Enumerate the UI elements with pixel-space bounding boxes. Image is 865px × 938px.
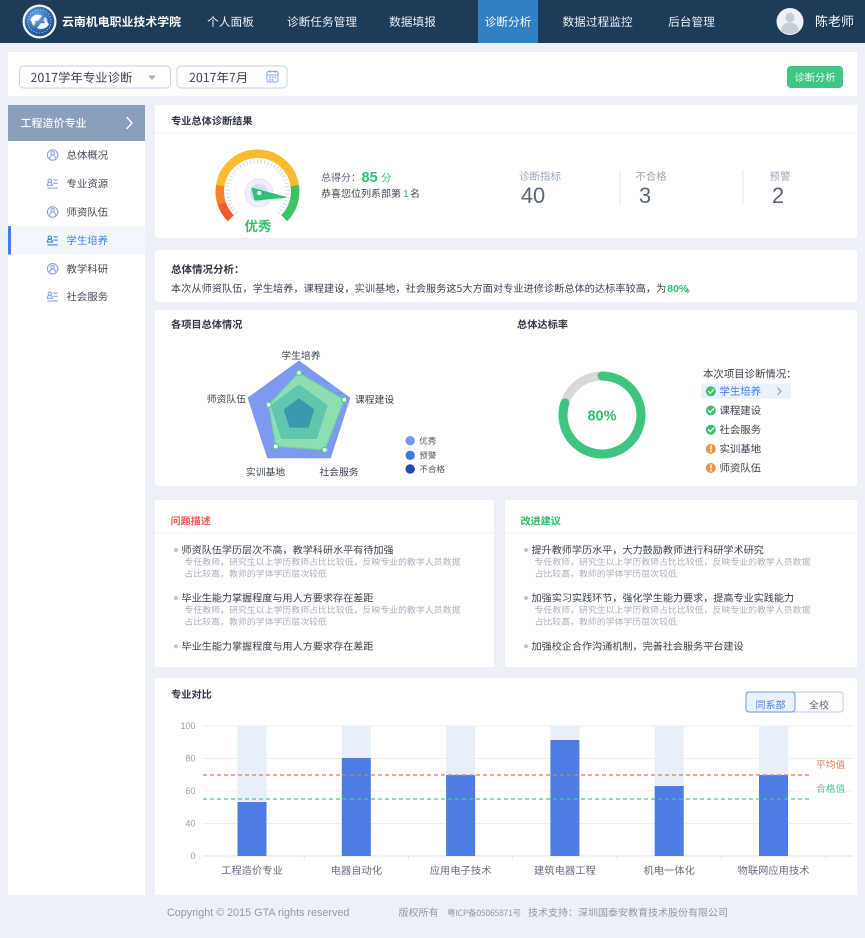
svg-text:40: 40 xyxy=(521,183,545,208)
svg-text:Copyright © 2015 GTA rights re: Copyright © 2015 GTA rights reserved xyxy=(167,907,349,919)
svg-text:80%: 80% xyxy=(667,283,689,295)
svg-text:2: 2 xyxy=(772,183,784,208)
svg-text:1: 1 xyxy=(403,188,409,200)
svg-text:100: 100 xyxy=(180,721,195,731)
svg-text:80: 80 xyxy=(185,754,195,764)
svg-text:40: 40 xyxy=(185,819,195,829)
svg-text:85: 85 xyxy=(362,170,378,186)
svg-text:3: 3 xyxy=(639,183,651,208)
svg-text:80%: 80% xyxy=(587,409,616,425)
svg-text:0: 0 xyxy=(190,851,195,861)
svg-text:60: 60 xyxy=(185,786,195,796)
